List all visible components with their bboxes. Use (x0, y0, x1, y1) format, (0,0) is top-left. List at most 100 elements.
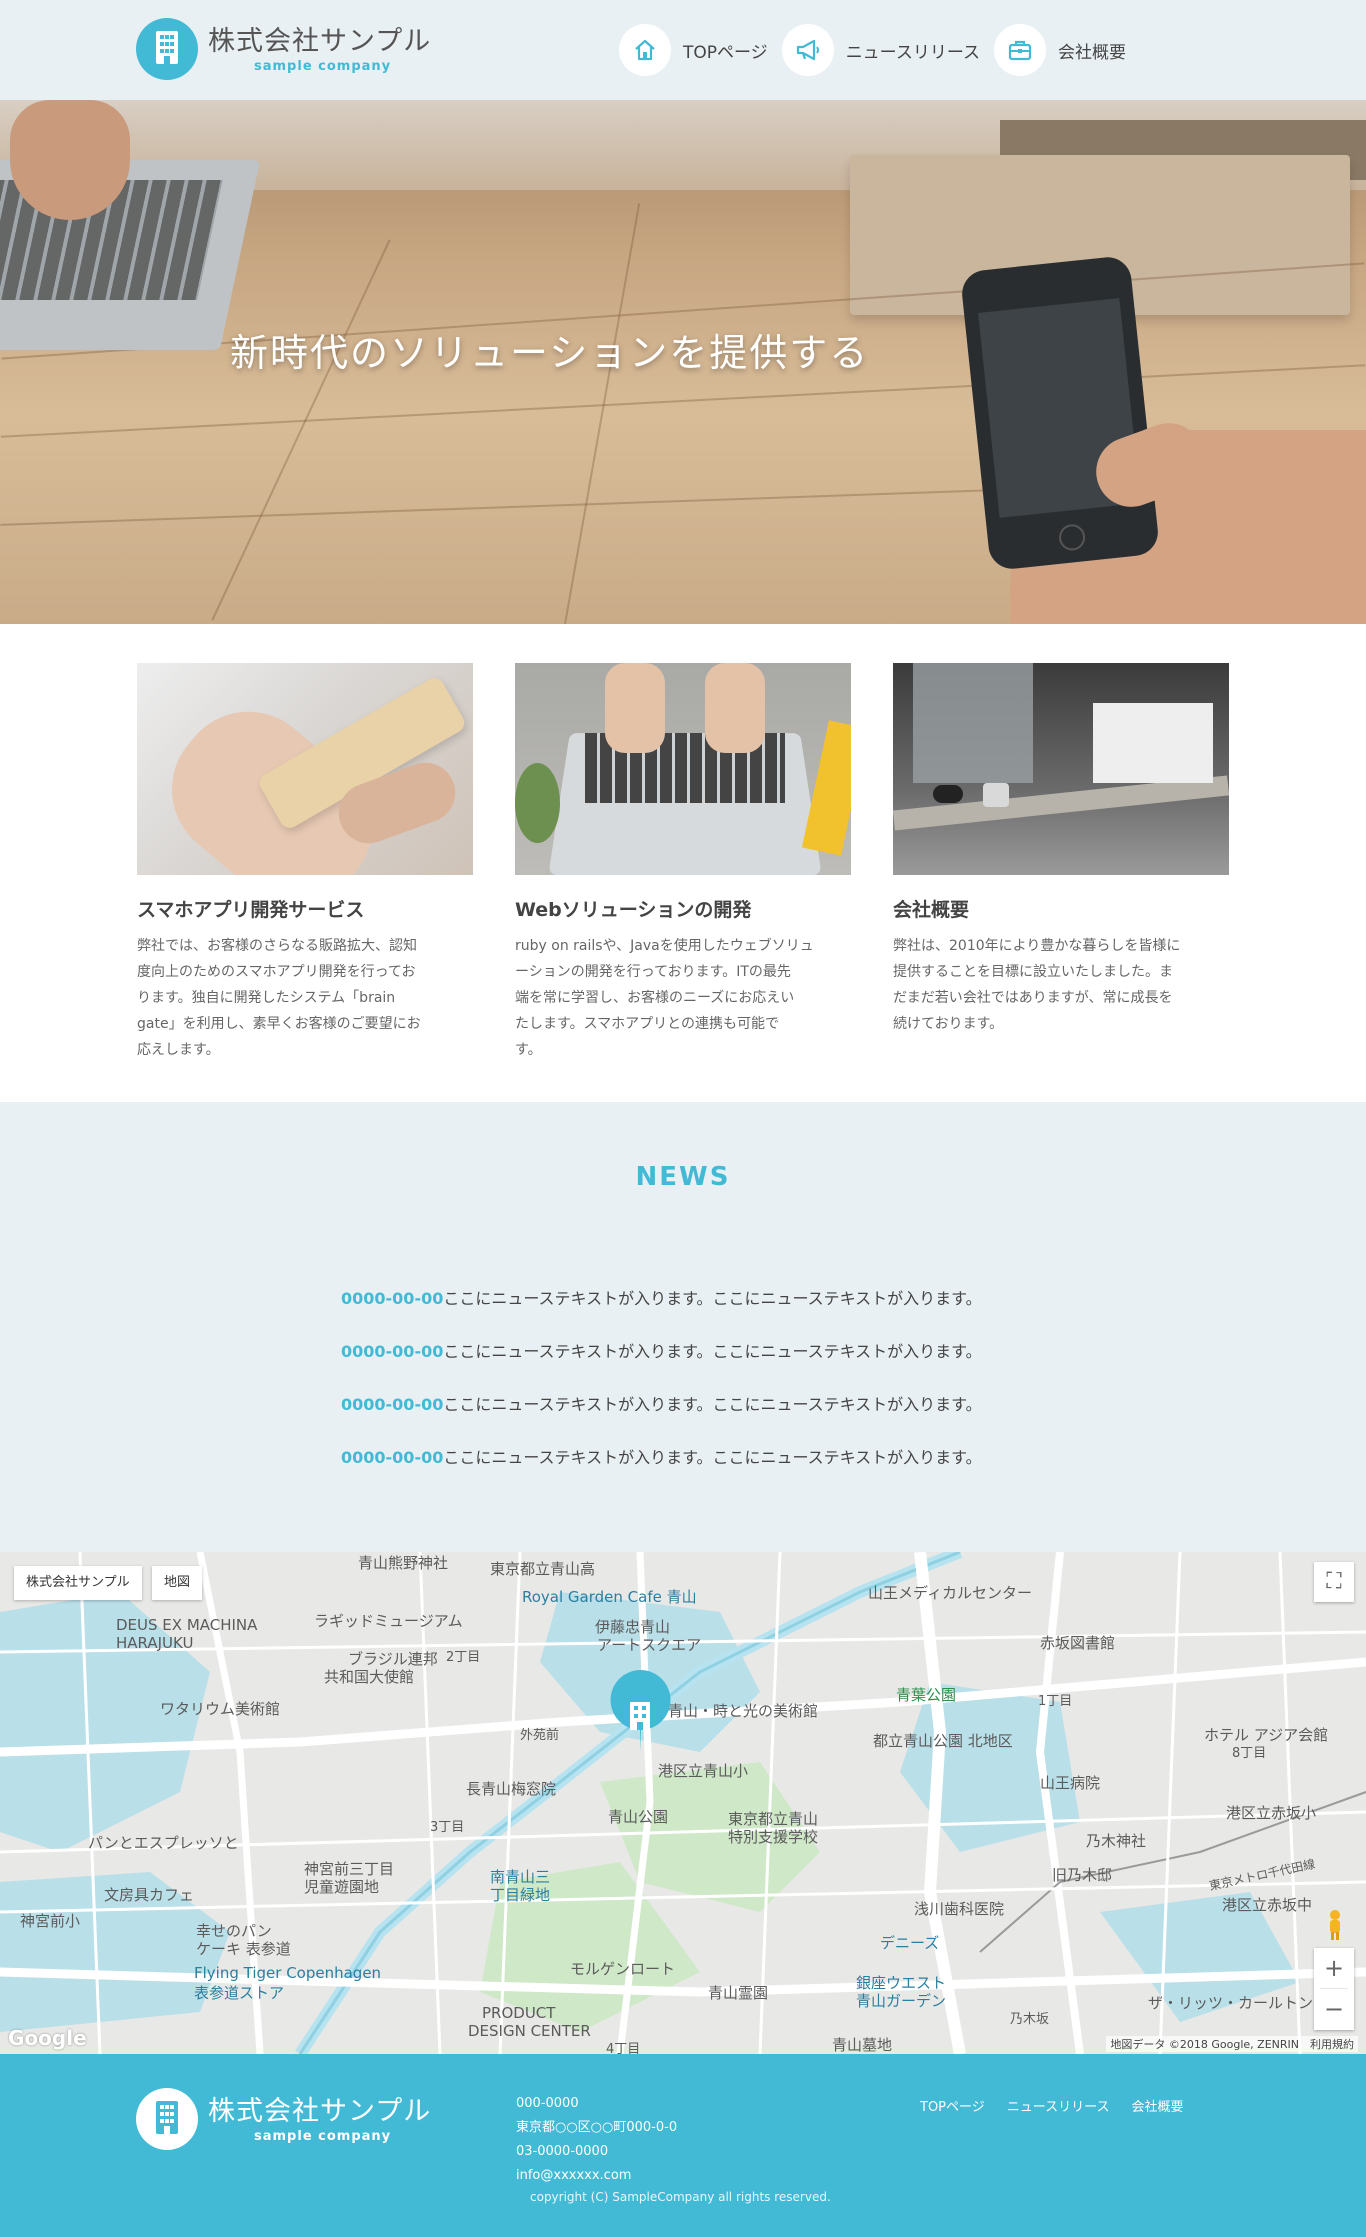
map-label: 青山熊野神社 (358, 1554, 449, 1572)
map-label: 東京都立青山高 (490, 1560, 596, 1578)
map-label: DEUS EX MACHINA (116, 1616, 258, 1634)
megaphone-icon (781, 24, 834, 76)
site-logo[interactable]: 株式会社サンプル sample company (136, 18, 431, 80)
site-footer: 株式会社サンプル sample company 000-0000 東京都○○区○… (0, 2054, 1366, 2237)
hero-banner: 新時代のソリューションを提供する (0, 100, 1366, 624)
fullscreen-icon[interactable]: ⛶ (1314, 1562, 1354, 1602)
news-item[interactable]: 0000-00-00ここにニューステキストが入ります。ここにニューステキストが入… (341, 1378, 982, 1431)
news-text: ここにニューステキストが入ります。ここにニューステキストが入ります。 (443, 1289, 982, 1308)
site-header: 株式会社サンプル sample company TOPページ ニュースリリース … (0, 0, 1366, 100)
news-text: ここにニューステキストが入ります。ここにニューステキストが入ります。 (443, 1448, 982, 1467)
map-label: 浅川歯科医院 (914, 1900, 1005, 1918)
footer-nav-top[interactable]: TOPページ (920, 2096, 985, 2115)
google-map[interactable]: 青山熊野神社 東京都立青山高 Royal Garden Cafe 青山 山王メデ… (0, 1552, 1366, 2054)
map-label: 青山ガーデン (856, 1992, 947, 2010)
footer-logo-subtitle: sample company (254, 2128, 392, 2144)
global-nav: TOPページ ニュースリリース 会社概要 (605, 24, 1126, 76)
services-section: スマホアプリ開発サービス 弊社では、お客様のさらなる販路拡大、認知 度向上のため… (0, 624, 1366, 1102)
news-item[interactable]: 0000-00-00ここにニューステキストが入ります。ここにニューステキストが入… (341, 1325, 982, 1378)
service-title: Webソリューションの開発 (515, 899, 752, 921)
map-label: DESIGN CENTER (468, 2022, 591, 2040)
map-label: ワタリウム美術館 (160, 1700, 281, 1718)
footer-logo[interactable]: 株式会社サンプル sample company (136, 2088, 431, 2150)
news-item[interactable]: 0000-00-00ここにニューステキストが入ります。ここにニューステキストが入… (341, 1272, 982, 1325)
service-image-office (893, 663, 1229, 875)
map-label: パンとエスプレッソと (88, 1834, 239, 1852)
nav-label-top: TOPページ (683, 42, 768, 63)
map-label: HARAJUKU (116, 1634, 194, 1652)
map-label: 乃木坂 (1010, 2012, 1050, 2027)
footer-email[interactable]: info@xxxxxx.com (516, 2164, 677, 2188)
map-label: アートスクエア (597, 1636, 702, 1654)
map-type-tab[interactable]: 地図 (152, 1566, 203, 1600)
map-label: 港区立青山小 (658, 1762, 749, 1780)
map-label: ラギッドミュージアム (314, 1612, 463, 1630)
building-icon (136, 2088, 198, 2150)
news-text: ここにニューステキストが入ります。ここにニューステキストが入ります。 (443, 1395, 982, 1414)
google-logo: Google (8, 2026, 87, 2050)
map-label: 赤坂図書館 (1040, 1634, 1116, 1652)
service-card-company: 会社概要 弊社は、2010年により豊かな暮らしを皆様に 提供することを目標に設立… (893, 663, 1229, 1037)
news-item[interactable]: 0000-00-00ここにニューステキストが入ります。ここにニューステキストが入… (341, 1431, 982, 1484)
logo-subtitle: sample company (254, 58, 392, 74)
map-label: 青山霊園 (708, 1984, 769, 2002)
logo-name: 株式会社サンプル (208, 25, 432, 57)
map-label: 港区立赤坂中 (1222, 1896, 1313, 1914)
zoom-control: + − (1314, 1948, 1354, 2030)
map-label: PRODUCT (482, 2004, 556, 2022)
news-heading: NEWS (635, 1162, 731, 1192)
map-label: 2丁目 (446, 1650, 481, 1665)
map-label: 神宮前小 (20, 1912, 81, 1930)
news-date: 0000-00-00 (341, 1395, 444, 1414)
footer-nav-company[interactable]: 会社概要 (1131, 2096, 1183, 2115)
news-date: 0000-00-00 (341, 1342, 444, 1361)
map-label: ザ・リッツ・カールトン (1148, 1994, 1314, 2012)
map-label: 港区立赤坂小 (1226, 1804, 1317, 1822)
service-title: スマホアプリ開発サービス (137, 899, 365, 921)
news-date: 0000-00-00 (341, 1289, 444, 1308)
map-label: 3丁目 (430, 1820, 465, 1835)
footer-address: 東京都○○区○○町000-0-0 (516, 2120, 678, 2135)
footer-copyright: copyright (C) SampleCompany all rights r… (530, 2190, 831, 2204)
zoom-in-button[interactable]: + (1314, 1948, 1354, 1988)
footer-phone: 03-0000-0000 (516, 2144, 609, 2159)
footer-nav-news[interactable]: ニュースリリース (1007, 2096, 1110, 2115)
briefcase-icon (994, 24, 1046, 76)
map-label: 都立青山公園 北地区 (873, 1732, 1013, 1750)
map-label: 4丁目 (606, 2042, 641, 2054)
nav-item-company[interactable]: 会社概要 (994, 24, 1126, 76)
news-section: NEWS 0000-00-00ここにニューステキストが入ります。ここにニューステ… (0, 1102, 1366, 1552)
map-label: 8丁目 (1232, 1746, 1267, 1761)
pegman-icon[interactable] (1322, 1908, 1348, 1942)
zoom-out-button[interactable]: − (1314, 1989, 1354, 2029)
service-card-web: Webソリューションの開発 ruby on railsや、Javaを使用したウェ… (515, 663, 851, 1063)
map-label: 青葉公園 (896, 1686, 957, 1704)
map-label: Flying Tiger Copenhagen (194, 1964, 382, 1982)
news-date: 0000-00-00 (341, 1448, 444, 1467)
nav-item-news[interactable]: ニュースリリース (781, 24, 980, 76)
map-label: 児童遊園地 (304, 1878, 380, 1896)
map-attribution[interactable]: 地図データ ©2018 Google, ZENRIN 利用規約 (1106, 2036, 1358, 2052)
map-label: 1丁目 (1038, 1694, 1073, 1709)
home-icon (619, 24, 671, 76)
map-label: 青山公園 (608, 1808, 669, 1826)
map-label: 文房具カフェ (104, 1886, 195, 1904)
map-label: 長青山梅窓院 (466, 1780, 557, 1798)
map-label: 表参道ストア (194, 1984, 285, 2002)
building-icon (136, 18, 198, 80)
map-label: 旧乃木邸 (1052, 1866, 1113, 1884)
map-label: 青山・時と光の美術館 (668, 1702, 819, 1720)
map-label: 乃木神社 (1086, 1832, 1147, 1850)
map-label: デニーズ (880, 1934, 940, 1952)
map-label: 共和国大使館 (324, 1668, 415, 1686)
service-card-app: スマホアプリ開発サービス 弊社では、お客様のさらなる販路拡大、認知 度向上のため… (137, 663, 473, 1063)
nav-item-top[interactable]: TOPページ (619, 24, 768, 76)
footer-logo-name: 株式会社サンプル (208, 2095, 432, 2127)
service-title: 会社概要 (893, 899, 970, 921)
service-image-laptop (515, 663, 851, 875)
nav-label-news: ニュースリリース (845, 42, 980, 63)
footer-postal-code: 000-0000 (516, 2096, 579, 2111)
map-place-tab[interactable]: 株式会社サンプル (14, 1566, 142, 1600)
map-label: ケーキ 表参道 (196, 1940, 291, 1958)
map-label: 山王病院 (1040, 1774, 1101, 1792)
